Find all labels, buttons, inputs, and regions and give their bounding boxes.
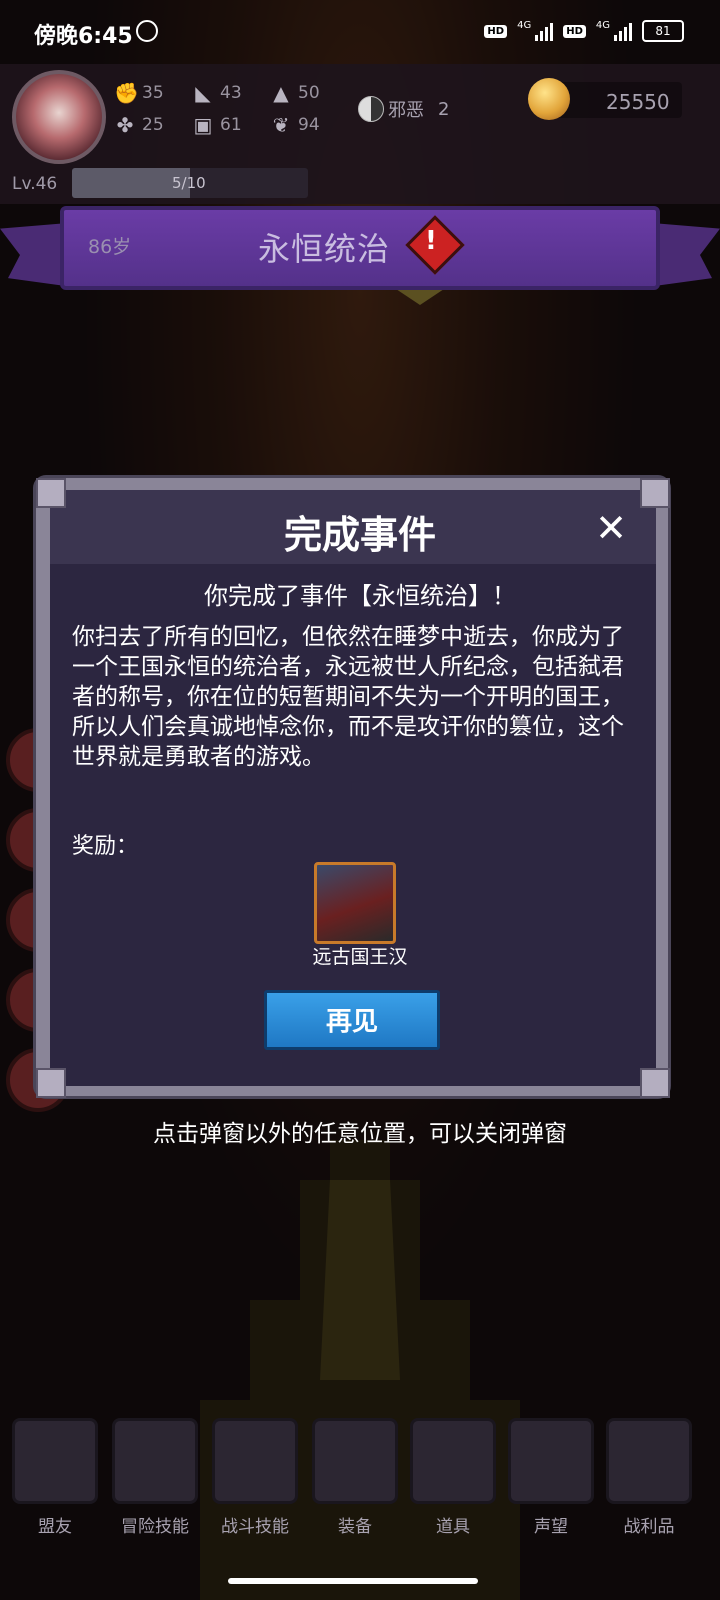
nav-label: 装备 [338, 1517, 372, 1537]
gold-coin-icon [528, 78, 570, 120]
reward-item-name: 远古国王汉 [312, 946, 408, 968]
yin-yang-icon [358, 96, 384, 122]
reward-item-icon[interactable] [314, 862, 396, 944]
alignment-label: 邪恶 [388, 100, 424, 121]
stat-defense: ▣ 61 [192, 114, 242, 136]
nav-items[interactable]: 道具 [410, 1410, 496, 1537]
stat-agility: ◣ 43 [192, 81, 242, 105]
close-button[interactable]: ✕ [588, 506, 634, 552]
alignment-value: 2 [438, 98, 450, 120]
player-level: Lv.46 [12, 174, 58, 194]
frame-corner [640, 1068, 670, 1098]
nav-label: 道具 [436, 1517, 470, 1537]
stat-magic: ▲ 50 [270, 81, 320, 105]
signal-icon [614, 21, 632, 41]
event-description: 你扫去了所有的回忆，但依然在睡梦中逝去，你成为了一个王国永恒的统治者，永远被世人… [72, 624, 624, 770]
age-label: 86岁 [88, 236, 132, 258]
clock: 傍晚6:45 [34, 24, 133, 49]
chest-icon [606, 1418, 692, 1504]
armor-icon: ▣ [193, 113, 213, 137]
network-type: 4G [517, 20, 532, 31]
nav-adventure-skills[interactable]: 冒险技能 [112, 1410, 198, 1537]
stat-value: 25 [142, 115, 164, 135]
stat-strength: ✊ 35 [114, 82, 164, 104]
stat-value: 35 [142, 83, 164, 103]
nav-loot[interactable]: 战利品 [606, 1410, 692, 1537]
bag-icon [410, 1418, 496, 1504]
avatar[interactable] [12, 70, 106, 164]
stat-value: 61 [220, 115, 242, 135]
stat-spirit: ❦ 94 [270, 114, 320, 136]
status-bar: 傍晚6:45 HD 4G HD 4G 81 [0, 0, 720, 64]
backpack-icon [212, 1418, 298, 1504]
scroll-icon [508, 1418, 594, 1504]
nav-equipment[interactable]: 装备 [312, 1410, 398, 1537]
alarm-icon [136, 20, 158, 42]
xp-text: 5/10 [172, 174, 206, 192]
nav-label: 声望 [534, 1517, 568, 1537]
handshake-icon [12, 1418, 98, 1504]
nav-label: 冒险技能 [121, 1517, 189, 1537]
bottom-nav: 盟友 冒险技能 战斗技能 装备 道具 声望 战利品 [0, 1410, 720, 1560]
gold-amount: 25550 [606, 90, 670, 114]
nav-label: 战利品 [623, 1517, 675, 1537]
hd-badge: HD [484, 24, 508, 38]
nav-combat-skills[interactable]: 战斗技能 [212, 1410, 298, 1537]
goodbye-button[interactable]: 再见 [264, 990, 440, 1050]
swords-icon [312, 1418, 398, 1504]
clover-icon: ✤ [116, 113, 134, 137]
book-icon [112, 1418, 198, 1504]
stat-value: 94 [298, 115, 320, 135]
network-type: 4G [595, 20, 610, 31]
dialog-subtitle: 你完成了事件【永恒统治】！ [204, 582, 516, 610]
nav-label: 战斗技能 [221, 1517, 289, 1537]
stat-luck: ✤ 25 [114, 114, 164, 136]
frame-corner [36, 1068, 66, 1098]
battery-icon: 81 [642, 20, 684, 42]
leaf-icon: ❦ [272, 113, 290, 137]
alignment: 邪恶 2 [358, 96, 449, 122]
fist-icon: ✊ [114, 81, 139, 105]
wizard-hat-icon: ▲ [273, 81, 289, 105]
alert-mark: ! [425, 226, 437, 256]
nav-label: 盟友 [38, 1517, 72, 1537]
hd-badge: HD [563, 24, 586, 38]
stat-value: 50 [298, 83, 320, 103]
home-indicator[interactable] [228, 1578, 478, 1584]
event-title: 永恒统治 [258, 230, 391, 268]
signal-icon [535, 21, 554, 41]
nav-allies[interactable]: 盟友 [12, 1410, 98, 1537]
stat-value: 43 [220, 83, 242, 103]
nav-reputation[interactable]: 声望 [508, 1410, 594, 1537]
boot-icon: ◣ [195, 81, 211, 105]
reward-label: 奖励： [72, 834, 139, 859]
close-hint: 点击弹窗以外的任意位置，可以关闭弹窗 [153, 1121, 567, 1147]
